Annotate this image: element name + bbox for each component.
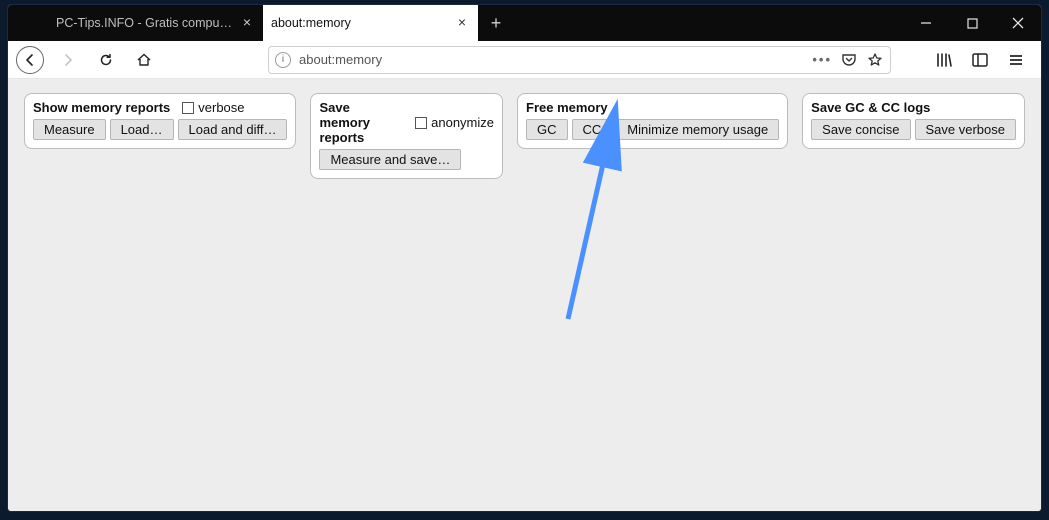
save-verbose-button[interactable]: Save verbose xyxy=(915,119,1017,140)
reload-button[interactable] xyxy=(92,46,120,74)
home-icon xyxy=(136,52,152,68)
checkbox-label: anonymize xyxy=(431,115,494,130)
panel-show-memory-reports: Show memory reports verbose Measure Load… xyxy=(24,93,296,149)
info-icon[interactable]: i xyxy=(275,52,291,68)
forward-button[interactable] xyxy=(54,46,82,74)
verbose-checkbox[interactable]: verbose xyxy=(182,100,244,115)
page-actions-icon[interactable]: ••• xyxy=(812,52,832,67)
maximize-button[interactable] xyxy=(949,5,995,41)
reload-icon xyxy=(98,52,114,68)
measure-and-save-button[interactable]: Measure and save… xyxy=(319,149,461,170)
tab-label: about:memory xyxy=(271,16,448,30)
tab-inactive[interactable]: PC-Tips.INFO - Gratis computer tips × xyxy=(48,5,263,41)
tab-strip: PC-Tips.INFO - Gratis computer tips × ab… xyxy=(8,5,1041,41)
save-concise-button[interactable]: Save concise xyxy=(811,119,910,140)
close-icon[interactable]: × xyxy=(454,15,470,31)
sidebar-button[interactable] xyxy=(969,49,991,71)
url-bar[interactable]: i about:memory ••• xyxy=(268,46,891,74)
panel-title: Free memory xyxy=(526,100,608,115)
minimize-icon xyxy=(920,17,932,29)
measure-button[interactable]: Measure xyxy=(33,119,106,140)
tabstrip-spacer xyxy=(8,5,48,41)
pocket-icon[interactable] xyxy=(840,51,858,69)
checkbox-label: verbose xyxy=(198,100,244,115)
load-button[interactable]: Load… xyxy=(110,119,174,140)
bookmark-star-icon[interactable] xyxy=(866,51,884,69)
checkbox-icon xyxy=(415,117,427,129)
url-text: about:memory xyxy=(299,52,804,67)
tab-label: PC-Tips.INFO - Gratis computer tips xyxy=(56,16,233,30)
panel-save-gc-cc-logs: Save GC & CC logs Save concise Save verb… xyxy=(802,93,1025,149)
library-button[interactable] xyxy=(933,49,955,71)
close-button[interactable] xyxy=(995,5,1041,41)
checkbox-icon xyxy=(182,102,194,114)
panel-title: Save GC & CC logs xyxy=(811,100,930,115)
plus-icon: + xyxy=(491,13,502,34)
panel-title: Show memory reports xyxy=(33,100,170,115)
panel-free-memory: Free memory GC CC Minimize memory usage xyxy=(517,93,788,149)
sidebar-icon xyxy=(971,51,989,69)
new-tab-button[interactable]: + xyxy=(478,5,514,41)
toolbar: i about:memory ••• xyxy=(8,41,1041,79)
close-icon[interactable]: × xyxy=(239,15,255,31)
back-icon xyxy=(23,53,37,67)
anonymize-checkbox[interactable]: anonymize xyxy=(415,115,494,130)
minimize-button[interactable] xyxy=(903,5,949,41)
home-button[interactable] xyxy=(130,46,158,74)
browser-window: PC-Tips.INFO - Gratis computer tips × ab… xyxy=(7,4,1042,512)
back-button[interactable] xyxy=(16,46,44,74)
close-icon xyxy=(1012,17,1024,29)
maximize-icon xyxy=(967,18,978,29)
page-content: Show memory reports verbose Measure Load… xyxy=(8,79,1041,511)
minimize-memory-usage-button[interactable]: Minimize memory usage xyxy=(616,119,779,140)
cc-button[interactable]: CC xyxy=(572,119,613,140)
panel-save-memory-reports: Save memory reports anonymize Measure an… xyxy=(310,93,503,179)
panel-title: Save memory reports xyxy=(319,100,403,145)
hamburger-icon xyxy=(1007,51,1025,69)
gc-button[interactable]: GC xyxy=(526,119,568,140)
library-icon xyxy=(935,51,953,69)
toolbar-right xyxy=(933,49,1027,71)
window-controls xyxy=(903,5,1041,41)
tab-active[interactable]: about:memory × xyxy=(263,5,478,41)
load-and-diff-button[interactable]: Load and diff… xyxy=(178,119,288,140)
forward-icon xyxy=(61,53,75,67)
app-menu-button[interactable] xyxy=(1005,49,1027,71)
